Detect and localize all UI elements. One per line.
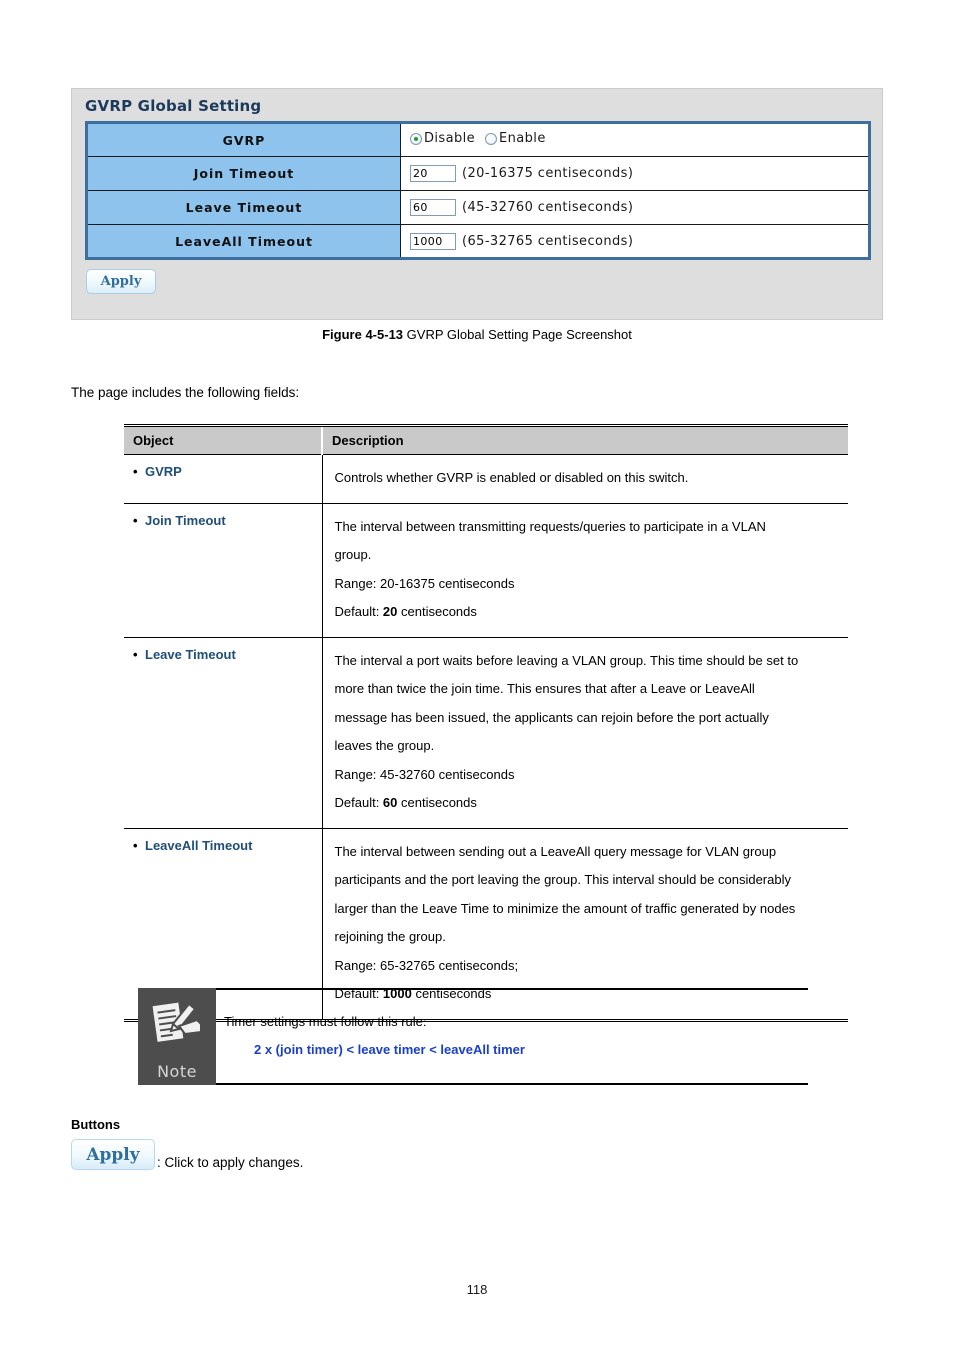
radio-enable-icon[interactable] — [485, 132, 498, 145]
figure-caption: Figure 4-5-13 GVRP Global Setting Page S… — [0, 327, 954, 342]
note-body: Timer settings must follow this rule: 2 … — [216, 988, 808, 1085]
apply-button-doc[interactable]: Apply — [71, 1139, 155, 1170]
description-line-default: Default: 20 centiseconds — [335, 598, 843, 627]
default-prefix: Default: — [334, 795, 383, 810]
object-label: LeaveAll Timeout — [145, 837, 253, 853]
description-line: The interval between sending out a Leave… — [334, 843, 777, 859]
form-value-join-timeout: 20 (20-16375 centiseconds) — [400, 156, 871, 191]
form-row-leaveall-timeout: LeaveAll Timeout 1000 (65-32765 centiseco… — [85, 224, 871, 260]
bullet-icon: • — [133, 837, 138, 853]
note-writing-hand-icon — [150, 1000, 202, 1045]
radio-disable-label: Disable — [424, 131, 476, 147]
radio-option-disable[interactable]: Disable — [410, 131, 475, 146]
join-timeout-input[interactable]: 20 — [410, 165, 456, 182]
column-header-object: Object — [124, 424, 323, 455]
default-value: 60 — [382, 795, 398, 810]
form-label-join-timeout: Join Timeout — [85, 156, 401, 191]
object-cell-join-timeout: • Join Timeout — [124, 503, 323, 638]
form-row-leave-timeout: Leave Timeout 60 (45-32760 centiseconds) — [85, 190, 871, 225]
description-line: group. — [334, 547, 372, 562]
form-value-leave-timeout: 60 (45-32760 centiseconds) — [400, 190, 871, 225]
leaveall-timeout-input[interactable]: 1000 — [410, 232, 456, 250]
description-line-default: Default: 60 centiseconds — [335, 789, 843, 818]
panel-title: GVRP Global Setting — [85, 97, 262, 115]
buttons-heading: Buttons — [71, 1117, 121, 1132]
form-label-gvrp: GVRP — [85, 121, 401, 157]
note-icon: Note — [138, 988, 216, 1085]
form-value-leaveall-timeout: 1000 (65-32765 centiseconds) — [400, 224, 871, 260]
bullet-icon: • — [133, 512, 138, 528]
description-line: Range: 20-16375 centiseconds — [334, 575, 515, 591]
table-row: • GVRP Controls whether GVRP is enabled … — [124, 454, 848, 504]
description-line: The interval a port waits before leaving… — [334, 652, 799, 668]
leave-timeout-hint: (45-32760 centiseconds) — [462, 200, 634, 215]
default-value: 20 — [382, 604, 398, 619]
object-cell-leave-timeout: • Leave Timeout — [124, 637, 323, 829]
description-line: rejoining the group. — [334, 929, 446, 944]
radio-enable-label: Enable — [499, 131, 546, 147]
bullet-icon: • — [133, 464, 138, 479]
object-cell-gvrp: • GVRP — [124, 454, 323, 504]
table-header-row: Object Description — [124, 424, 848, 455]
bullet-icon: • — [133, 646, 138, 662]
figure-number: Figure 4-5-13 — [322, 327, 404, 342]
default-suffix: centiseconds — [397, 795, 477, 810]
gvrp-radio-group[interactable]: Disable Enable — [410, 131, 556, 146]
object-label: Leave Timeout — [145, 646, 236, 662]
form-row-join-timeout: Join Timeout 20 (20-16375 centiseconds) — [85, 156, 871, 191]
note-text: Timer settings must follow this rule: — [224, 1014, 427, 1029]
description-line: message has been issued, the applicants … — [334, 709, 769, 725]
description-line: Range: 45-32760 centiseconds — [334, 766, 515, 782]
note-icon-label: Note — [157, 1062, 197, 1081]
join-timeout-hint: (20-16375 centiseconds) — [462, 166, 634, 181]
default-suffix: centiseconds — [397, 604, 477, 619]
object-label: GVRP — [145, 464, 182, 479]
description-cell-gvrp: Controls whether GVRP is enabled or disa… — [322, 454, 848, 504]
leaveall-timeout-hint: (65-32765 centiseconds) — [462, 233, 634, 249]
object-description-table: Object Description • GVRP Controls wheth… — [124, 424, 848, 1022]
description-line: larger than the Leave Time to minimize t… — [334, 900, 796, 916]
description-line: The interval between transmitting reques… — [334, 518, 766, 534]
apply-button-description: : Click to apply changes. — [157, 1155, 304, 1170]
apply-button[interactable]: Apply — [86, 269, 156, 294]
form-label-leave-timeout: Leave Timeout — [85, 190, 401, 225]
description-line: participants and the port leaving the gr… — [334, 872, 792, 887]
form-value-gvrp: Disable Enable — [400, 121, 871, 157]
leave-timeout-input[interactable]: 60 — [410, 199, 456, 216]
description-line: Controls whether GVRP is enabled or disa… — [334, 470, 689, 485]
object-label: Join Timeout — [145, 512, 226, 528]
table-row: • Join Timeout The interval between tran… — [124, 503, 848, 638]
description-cell-join-timeout: The interval between transmitting reques… — [322, 503, 848, 638]
figure-caption-title: GVRP Global Setting Page Screenshot — [406, 327, 632, 342]
default-prefix: Default: — [334, 604, 383, 619]
gvrp-global-setting-screenshot: GVRP Global Setting GVRP Disable Enable … — [71, 88, 883, 320]
column-header-description: Description — [322, 424, 848, 455]
page-number: 118 — [466, 1282, 488, 1297]
radio-disable-icon[interactable] — [410, 132, 422, 145]
form-row-gvrp: GVRP Disable Enable — [85, 121, 871, 157]
gvrp-settings-form: GVRP Disable Enable Join Timeout 20 (20-1… — [85, 121, 871, 260]
radio-option-enable[interactable]: Enable — [485, 131, 546, 146]
description-line: more than twice the join time. This ensu… — [334, 681, 755, 696]
table-row: • Leave Timeout The interval a port wait… — [124, 637, 848, 829]
note-box: Note Timer settings must follow this rul… — [138, 988, 808, 1085]
description-cell-leave-timeout: The interval a port waits before leaving… — [322, 637, 848, 829]
intro-text: The page includes the following fields: — [71, 385, 300, 400]
note-rule-text: 2 x (join timer) < leave timer < leaveAl… — [254, 1042, 525, 1057]
description-line: leaves the group. — [334, 738, 435, 753]
description-line: Range: 65-32765 centiseconds; — [334, 957, 519, 973]
form-label-leaveall-timeout: LeaveAll Timeout — [85, 224, 401, 260]
